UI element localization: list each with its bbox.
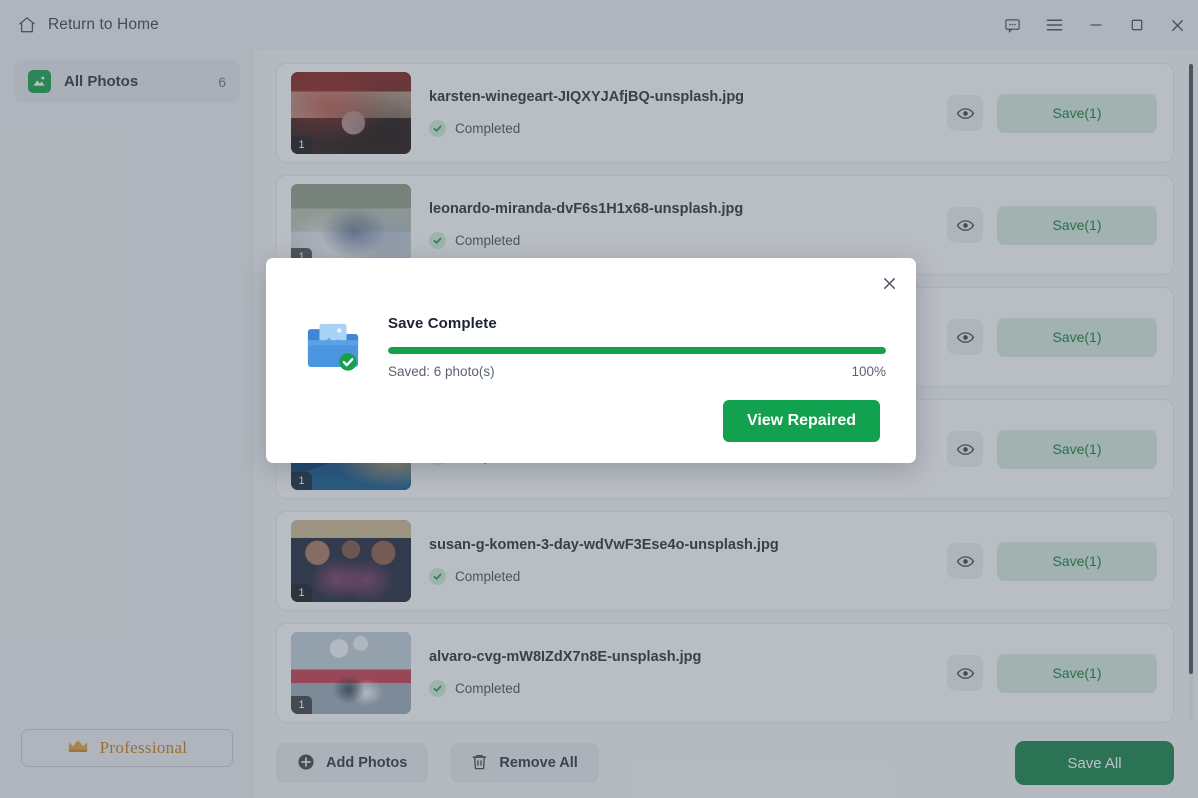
- status-text: Completed: [455, 121, 520, 136]
- folder-photo-success-icon: [304, 315, 362, 380]
- row-actions: Save(1): [947, 318, 1157, 357]
- save-button[interactable]: Save(1): [997, 94, 1157, 133]
- save-button[interactable]: Save(1): [997, 206, 1157, 245]
- row-text: leonardo-miranda-dvF6s1H1x68-unsplash.jp…: [429, 201, 947, 249]
- thumbnail-badge: 1: [291, 136, 312, 154]
- progress-meta: Saved: 6 photo(s) 100%: [388, 364, 886, 379]
- save-button[interactable]: Save(1): [997, 654, 1157, 693]
- row-actions: Save(1): [947, 542, 1157, 581]
- status-badge: Completed: [429, 232, 947, 249]
- bottom-toolbar: Add Photos Remove All Save All: [254, 728, 1198, 798]
- thumbnail[interactable]: 1: [291, 72, 411, 154]
- remove-all-button[interactable]: Remove All: [450, 743, 598, 783]
- file-name: susan-g-komen-3-day-wdVwF3Ese4o-unsplash…: [429, 537, 947, 553]
- trash-icon: [471, 753, 488, 774]
- dialog-actions: View Repaired: [723, 400, 880, 442]
- row-actions: Save(1): [947, 654, 1157, 693]
- preview-eye-icon[interactable]: [947, 207, 983, 243]
- thumbnail-badge: 1: [291, 584, 312, 602]
- progress-percent: 100%: [851, 364, 886, 379]
- status-badge: Completed: [429, 680, 947, 697]
- photo-icon: [28, 70, 51, 93]
- check-icon: [429, 120, 446, 137]
- save-button[interactable]: Save(1): [997, 542, 1157, 581]
- preview-eye-icon[interactable]: [947, 431, 983, 467]
- file-name: karsten-winegeart-JIQXYJAfjBQ-unsplash.j…: [429, 89, 947, 105]
- window-controls: [990, 0, 1198, 50]
- file-name: alvaro-cvg-mW8IZdX7n8E-unsplash.jpg: [429, 649, 947, 665]
- check-icon: [429, 680, 446, 697]
- return-to-home-button[interactable]: Return to Home: [17, 15, 159, 35]
- row-actions: Save(1): [947, 94, 1157, 133]
- save-button[interactable]: Save(1): [997, 318, 1157, 357]
- table-row[interactable]: 1 karsten-winegeart-JIQXYJAfjBQ-unsplash…: [276, 63, 1174, 163]
- home-icon: [17, 15, 37, 35]
- row-text: susan-g-komen-3-day-wdVwF3Ese4o-unsplash…: [429, 537, 947, 585]
- status-badge: Completed: [429, 568, 947, 585]
- title-bar: Return to Home: [0, 0, 1198, 50]
- professional-badge[interactable]: Professional: [21, 729, 233, 767]
- return-to-home-label: Return to Home: [48, 16, 159, 34]
- view-repaired-button[interactable]: View Repaired: [723, 400, 880, 442]
- file-name: leonardo-miranda-dvF6s1H1x68-unsplash.jp…: [429, 201, 947, 217]
- sidebar-item-count: 6: [218, 74, 226, 90]
- preview-eye-icon[interactable]: [947, 95, 983, 131]
- status-text: Completed: [455, 233, 520, 248]
- plus-circle-icon: [297, 753, 315, 774]
- minimize-icon[interactable]: [1075, 0, 1116, 50]
- add-photos-button[interactable]: Add Photos: [276, 743, 428, 783]
- thumbnail[interactable]: 1: [291, 632, 411, 714]
- close-icon[interactable]: [874, 268, 904, 298]
- crown-icon: [67, 738, 89, 759]
- remove-all-label: Remove All: [499, 755, 577, 771]
- row-actions: Save(1): [947, 430, 1157, 469]
- save-button[interactable]: Save(1): [997, 430, 1157, 469]
- save-complete-dialog: Save Complete Saved: 6 photo(s) 100% Vie…: [266, 258, 916, 463]
- dialog-main: Save Complete Saved: 6 photo(s) 100%: [388, 315, 886, 379]
- row-text: karsten-winegeart-JIQXYJAfjBQ-unsplash.j…: [429, 89, 947, 137]
- maximize-icon[interactable]: [1116, 0, 1157, 50]
- thumbnail-badge: 1: [291, 472, 312, 490]
- status-badge: Completed: [429, 120, 947, 137]
- app-window: Return to Home: [0, 0, 1198, 798]
- menu-icon[interactable]: [1034, 0, 1075, 50]
- add-photos-label: Add Photos: [326, 755, 407, 771]
- table-row[interactable]: 1 alvaro-cvg-mW8IZdX7n8E-unsplash.jpg Co…: [276, 623, 1174, 723]
- save-all-button[interactable]: Save All: [1015, 741, 1174, 785]
- check-icon: [429, 568, 446, 585]
- table-row[interactable]: 1 susan-g-komen-3-day-wdVwF3Ese4o-unspla…: [276, 511, 1174, 611]
- row-actions: Save(1): [947, 206, 1157, 245]
- check-icon: [429, 232, 446, 249]
- sidebar-item-all-photos[interactable]: All Photos 6: [14, 60, 240, 103]
- sidebar-item-label: All Photos: [64, 73, 138, 90]
- status-text: Completed: [455, 681, 520, 696]
- sidebar: All Photos 6 Professional: [0, 50, 254, 798]
- thumbnail-badge: 1: [291, 696, 312, 714]
- professional-label: Professional: [100, 738, 188, 758]
- preview-eye-icon[interactable]: [947, 543, 983, 579]
- preview-eye-icon[interactable]: [947, 319, 983, 355]
- saved-count-label: Saved: 6 photo(s): [388, 364, 495, 379]
- close-icon[interactable]: [1157, 0, 1198, 50]
- dialog-title: Save Complete: [388, 315, 886, 332]
- feedback-icon[interactable]: [990, 0, 1034, 50]
- preview-eye-icon[interactable]: [947, 655, 983, 691]
- scrollbar-thumb[interactable]: [1189, 64, 1193, 674]
- progress-fill: [388, 347, 886, 354]
- thumbnail[interactable]: 1: [291, 184, 411, 266]
- thumbnail[interactable]: 1: [291, 520, 411, 602]
- row-text: alvaro-cvg-mW8IZdX7n8E-unsplash.jpg Comp…: [429, 649, 947, 697]
- progress-bar: [388, 347, 886, 354]
- dialog-body: Save Complete Saved: 6 photo(s) 100%: [304, 315, 886, 380]
- status-text: Completed: [455, 569, 520, 584]
